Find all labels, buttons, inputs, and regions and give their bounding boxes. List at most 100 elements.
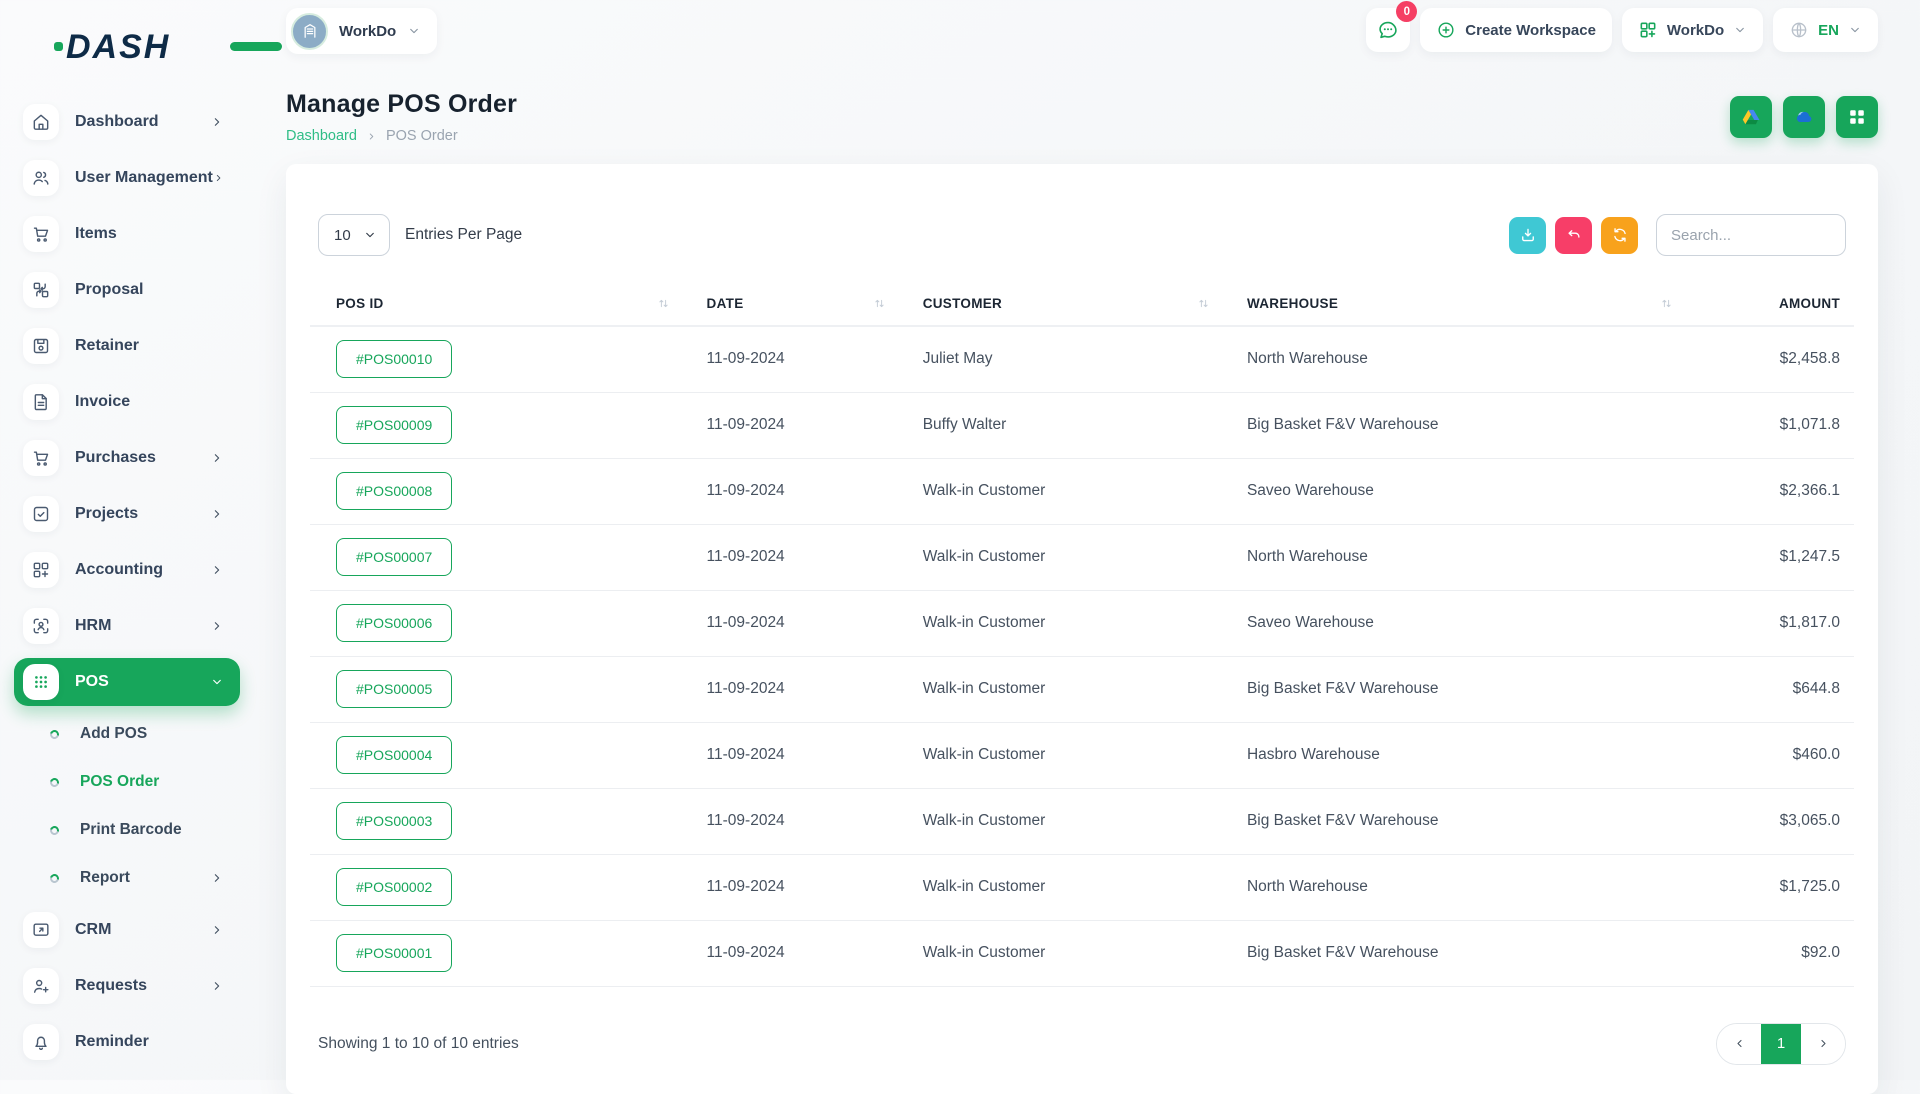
pagination: 1 <box>1716 1023 1846 1065</box>
column-header-amount[interactable]: AMOUNT <box>1684 284 1854 326</box>
sidebar-item-projects[interactable]: Projects <box>14 486 240 542</box>
reset-button[interactable] <box>1555 217 1592 254</box>
sidebar-item-crm[interactable]: CRM <box>14 902 240 958</box>
table-body: #POS00010 11-09-2024 Juliet May North Wa… <box>310 326 1854 986</box>
column-header-date[interactable]: DATE <box>681 284 897 326</box>
pos-id-link[interactable]: #POS00001 <box>336 934 452 972</box>
breadcrumb: Dashboard POS Order <box>286 128 517 144</box>
column-header-pos-id[interactable]: POS ID <box>310 284 681 326</box>
table-row: #POS00006 11-09-2024 Walk-in Customer Sa… <box>310 590 1854 656</box>
pos-order-card: 10 Entries Per Page POS ID DATE CUSTOMER <box>286 164 1878 1094</box>
pagination-next-button[interactable] <box>1801 1024 1845 1064</box>
pos-id-link[interactable]: #POS00009 <box>336 406 452 444</box>
column-header-customer[interactable]: CUSTOMER <box>897 284 1221 326</box>
quick-action-apps-grid[interactable] <box>1836 96 1878 138</box>
sidebar-item-hrm[interactable]: HRM <box>14 598 240 654</box>
sidebar-item-label: Dashboard <box>75 113 210 131</box>
language-selector[interactable]: EN <box>1773 8 1878 52</box>
sidebar-item-pos[interactable]: POS <box>14 658 240 706</box>
cell-customer: Juliet May <box>897 326 1221 392</box>
cell-customer: Walk-in Customer <box>897 854 1221 920</box>
cell-warehouse: Saveo Warehouse <box>1221 590 1684 656</box>
pos-id-link[interactable]: #POS00003 <box>336 802 452 840</box>
create-workspace-button[interactable]: Create Workspace <box>1420 8 1612 52</box>
chevron-right-icon <box>210 563 224 577</box>
cell-date: 11-09-2024 <box>681 326 897 392</box>
sidebar-item-accounting[interactable]: Accounting <box>14 542 240 598</box>
cell-date: 11-09-2024 <box>681 656 897 722</box>
sort-icon[interactable] <box>656 296 671 311</box>
export-button[interactable] <box>1509 217 1546 254</box>
bullet-icon <box>48 872 60 884</box>
pos-id-link[interactable]: #POS00004 <box>336 736 452 774</box>
sidebar-item-user-management[interactable]: User Management <box>14 150 240 206</box>
cell-warehouse: North Warehouse <box>1221 326 1684 392</box>
entries-per-page-label: Entries Per Page <box>405 226 522 244</box>
sidebar-item-label: Accounting <box>75 561 210 579</box>
sort-icon[interactable] <box>1659 296 1674 311</box>
page-header: Manage POS Order Dashboard POS Order <box>256 54 1920 144</box>
cell-date: 11-09-2024 <box>681 722 897 788</box>
sidebar-item-label: User Management <box>75 169 213 187</box>
cell-amount: $1,817.0 <box>1684 590 1854 656</box>
refresh-button[interactable] <box>1601 217 1638 254</box>
cell-date: 11-09-2024 <box>681 590 897 656</box>
entries-per-page-select[interactable]: 10 <box>318 214 390 256</box>
chevron-right-icon <box>210 451 224 465</box>
pos-id-link[interactable]: #POS00006 <box>336 604 452 642</box>
sidebar-item-retainer[interactable]: Retainer <box>14 318 240 374</box>
pos-id-link[interactable]: #POS00008 <box>336 472 452 510</box>
sort-icon[interactable] <box>1196 296 1211 311</box>
quick-action-google-drive[interactable] <box>1730 96 1772 138</box>
table-footer: Showing 1 to 10 of 10 entries 1 <box>310 987 1854 1065</box>
chevron-right-icon <box>210 979 224 993</box>
sidebar-item-items[interactable]: Items <box>14 206 240 262</box>
sidebar-item-requests[interactable]: Requests <box>14 958 240 1014</box>
retainer-icon <box>31 336 51 356</box>
sidebar-subitem-pos-order[interactable]: POS Order <box>14 758 240 806</box>
app-switcher-button[interactable]: WorkDo <box>1622 8 1763 52</box>
sort-icon[interactable] <box>872 296 887 311</box>
cell-warehouse: Big Basket F&V Warehouse <box>1221 920 1684 986</box>
sidebar-nav: Dashboard User Management Items Proposal… <box>14 94 256 1070</box>
pagination-page-1[interactable]: 1 <box>1761 1024 1801 1064</box>
table-row: #POS00008 11-09-2024 Walk-in Customer Sa… <box>310 458 1854 524</box>
app-logo[interactable]: DASH <box>66 18 256 76</box>
cell-date: 11-09-2024 <box>681 392 897 458</box>
sidebar-item-icon-tile <box>23 272 59 308</box>
pagination-prev-button[interactable] <box>1717 1024 1761 1064</box>
sidebar-subitem-label: POS Order <box>80 773 210 791</box>
sidebar-item-icon-tile <box>23 216 59 252</box>
sidebar-item-icon-tile <box>23 608 59 644</box>
chat-icon <box>1376 18 1400 42</box>
refresh-icon <box>1611 226 1629 244</box>
chevron-right-icon <box>210 619 224 633</box>
language-label: EN <box>1818 22 1839 39</box>
sidebar-subitem-report[interactable]: Report <box>14 854 240 902</box>
quick-action-onedrive[interactable] <box>1783 96 1825 138</box>
cell-amount: $92.0 <box>1684 920 1854 986</box>
sidebar-item-proposal[interactable]: Proposal <box>14 262 240 318</box>
workspace-selector[interactable]: WorkDo <box>286 8 437 54</box>
sidebar-item-icon-tile <box>23 968 59 1004</box>
sidebar-item-label: Items <box>75 225 210 243</box>
search-input[interactable] <box>1656 214 1846 256</box>
breadcrumb-dashboard-link[interactable]: Dashboard <box>286 128 357 144</box>
sidebar-item-invoice[interactable]: Invoice <box>14 374 240 430</box>
sidebar-subitem-print-barcode[interactable]: Print Barcode <box>14 806 240 854</box>
sidebar-subitem-add-pos[interactable]: Add POS <box>14 710 240 758</box>
column-header-warehouse[interactable]: WAREHOUSE <box>1221 284 1684 326</box>
pos-id-link[interactable]: #POS00007 <box>336 538 452 576</box>
sidebar-item-purchases[interactable]: Purchases <box>14 430 240 486</box>
sidebar-subitem-label: Print Barcode <box>80 821 210 839</box>
sidebar-item-dashboard[interactable]: Dashboard <box>14 94 240 150</box>
cell-amount: $2,458.8 <box>1684 326 1854 392</box>
cell-customer: Walk-in Customer <box>897 722 1221 788</box>
chevron-down-icon <box>1848 23 1862 37</box>
messages-button[interactable]: 0 <box>1366 8 1410 52</box>
pos-id-link[interactable]: #POS00005 <box>336 670 452 708</box>
pos-id-link[interactable]: #POS00010 <box>336 340 452 378</box>
chevron-down-icon <box>1733 23 1747 37</box>
pos-id-link[interactable]: #POS00002 <box>336 868 452 906</box>
sidebar-item-reminder[interactable]: Reminder <box>14 1014 240 1070</box>
